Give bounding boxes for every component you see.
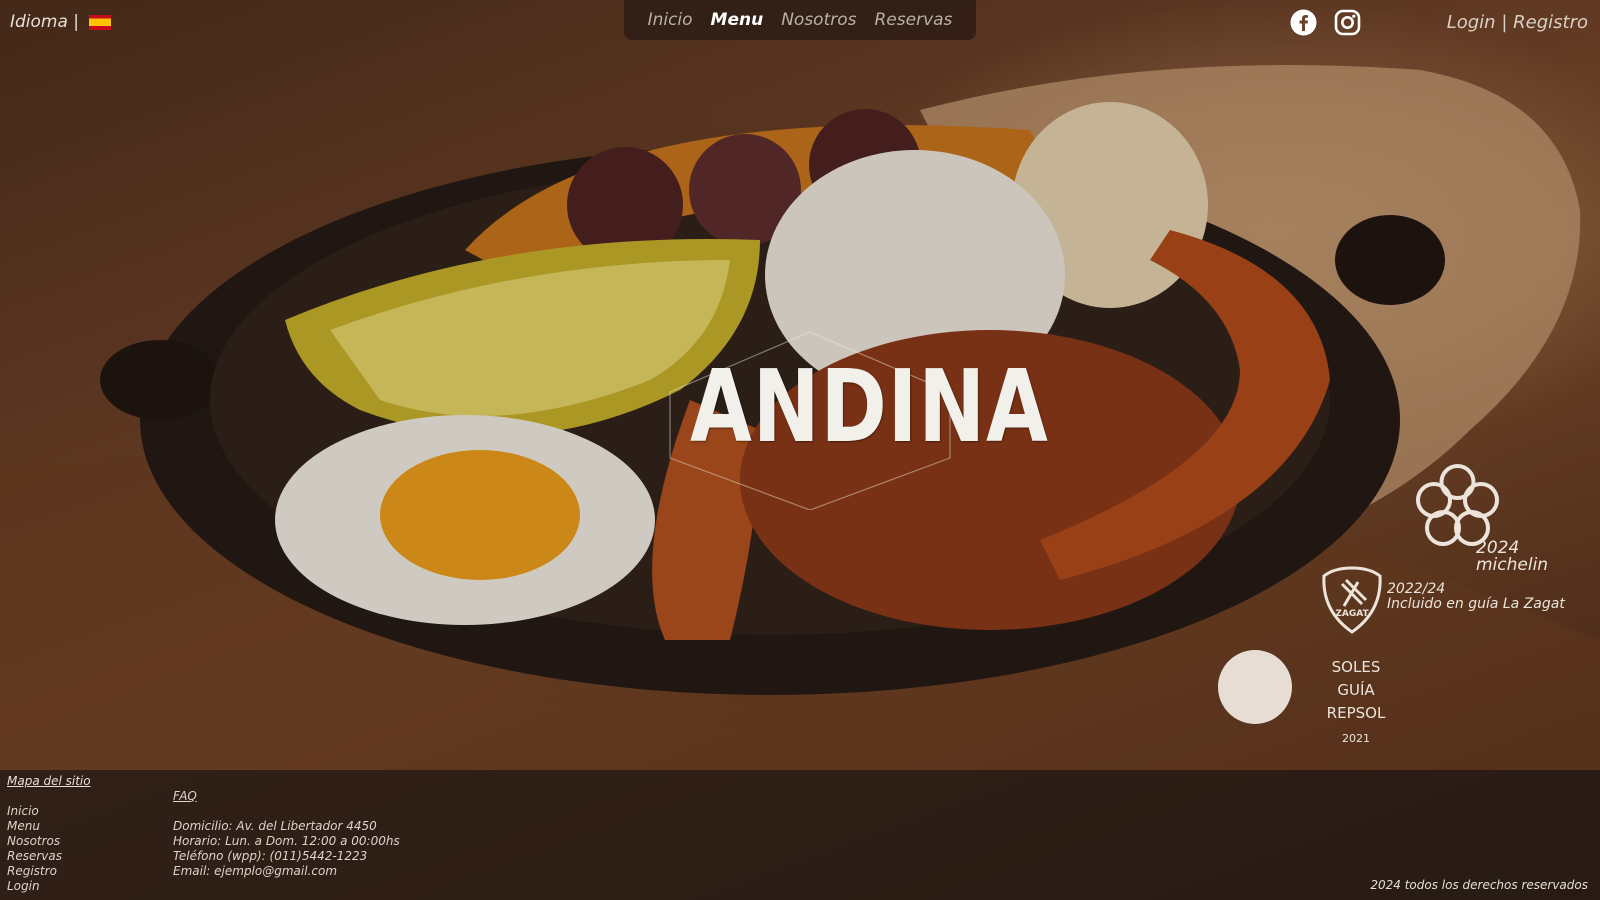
andina-logo: ANDINA — [660, 330, 1049, 510]
sitemap-link-inicio[interactable]: Inicio — [7, 804, 91, 819]
copyright-text: 2024 todos los derechos reservados — [1370, 878, 1588, 892]
logo-text: ANDINA — [690, 348, 1049, 465]
repsol-line2: GUÍA REPSOL — [1326, 681, 1386, 722]
sitemap-title[interactable]: Mapa del sitio — [7, 774, 91, 789]
facebook-icon[interactable] — [1290, 9, 1317, 36]
repsol-year: 2021 — [1342, 732, 1370, 745]
nav-reservas[interactable]: Reservas — [875, 10, 953, 30]
email-text: Email: ejemplo@gmail.com — [173, 864, 338, 878]
repsol-line1: SOLES — [1331, 658, 1381, 676]
zagat-years: 2022/24 — [1387, 581, 1446, 597]
language-label: Idioma | — [10, 12, 80, 32]
spain-flag-icon[interactable] — [89, 14, 112, 30]
nav-inicio[interactable]: Inicio — [648, 10, 693, 30]
auth-links: Login | Registro — [1447, 12, 1588, 33]
sitemap-link-menu[interactable]: Menu — [7, 819, 91, 834]
site-footer: Mapa del sitio Inicio Menu Nosotros Rese… — [0, 770, 1600, 900]
contact-info: FAQ Domicilio: Av. del Libertador 4450 H… — [173, 789, 400, 879]
phone-text: Teléfono (wpp): (011)5442-1223 — [173, 849, 368, 863]
register-link[interactable]: Registro — [1513, 12, 1588, 33]
address-text: Domicilio: Av. del Libertador 4450 — [173, 819, 377, 833]
repsol-sun-icon — [1218, 650, 1292, 724]
social-links — [1290, 9, 1361, 36]
auth-separator: | — [1501, 12, 1508, 33]
repsol-award: SOLES GUÍA REPSOL 2021 — [1218, 648, 1438, 745]
main-nav: Inicio Menu Nosotros Reservas — [624, 0, 976, 40]
language-selector[interactable]: Idioma | — [10, 12, 112, 32]
michelin-award: 2024 michelin — [1410, 460, 1560, 580]
sitemap-link-registro[interactable]: Registro — [7, 864, 91, 879]
hours-text: Horario: Lun. a Dom. 12:00 a 00:00hs — [173, 834, 400, 848]
zagat-badge-text: ZAGAT — [1335, 609, 1369, 619]
sitemap: Mapa del sitio Inicio Menu Nosotros Rese… — [7, 774, 91, 894]
nav-menu[interactable]: Menu — [711, 10, 764, 30]
nav-nosotros[interactable]: Nosotros — [781, 10, 856, 30]
sitemap-link-reservas[interactable]: Reservas — [7, 849, 91, 864]
zagat-shield-icon: ZAGAT — [1322, 566, 1382, 634]
zagat-text: 2022/24 Incluido en guía La Zagat — [1387, 582, 1565, 612]
faq-link[interactable]: FAQ — [173, 789, 400, 804]
sitemap-link-login[interactable]: Login — [7, 879, 91, 894]
login-link[interactable]: Login — [1447, 12, 1496, 33]
zagat-award: ZAGAT 2022/24 Incluido en guía La Zagat — [1322, 566, 1582, 636]
zagat-description: Incluido en guía La Zagat — [1387, 596, 1565, 612]
instagram-icon[interactable] — [1334, 9, 1361, 36]
repsol-text: SOLES GUÍA REPSOL 2021 — [1306, 656, 1406, 750]
sitemap-link-nosotros[interactable]: Nosotros — [7, 834, 91, 849]
